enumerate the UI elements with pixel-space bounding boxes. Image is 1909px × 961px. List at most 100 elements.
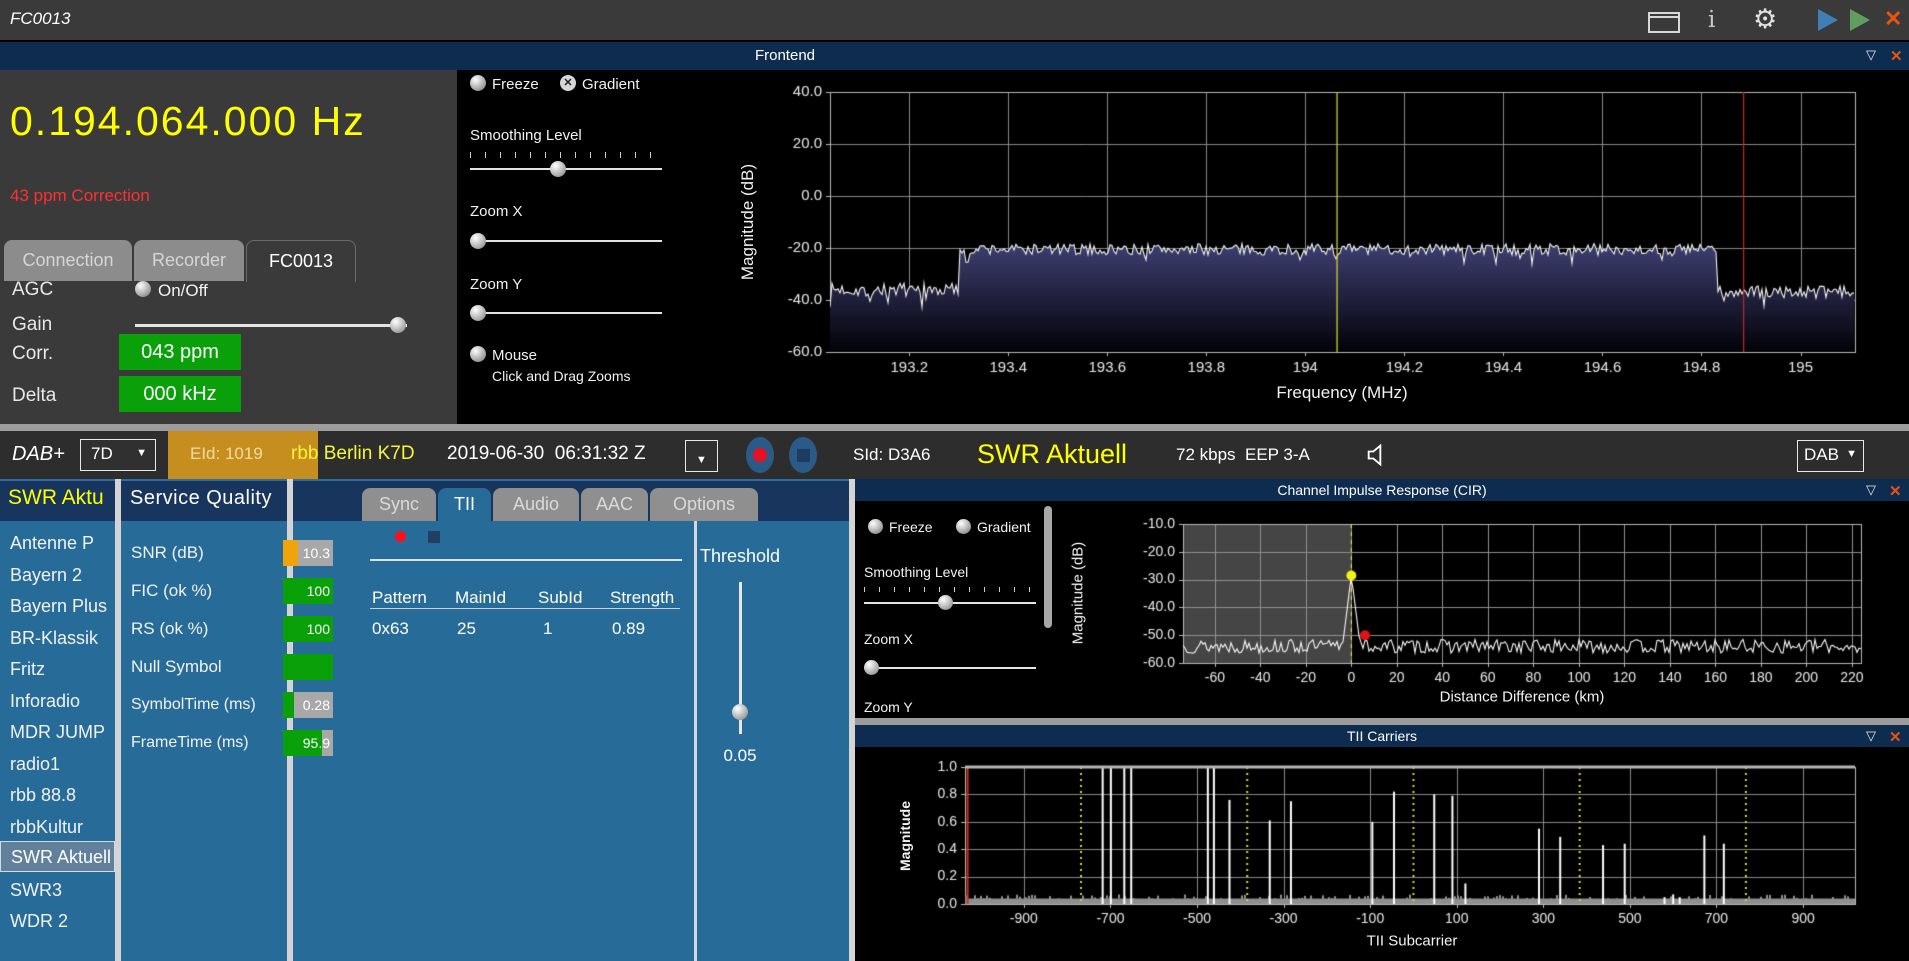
station-item[interactable]: radio1 bbox=[0, 749, 115, 780]
sq-bar-value: 0.28 bbox=[302, 697, 330, 713]
threshold-label: Threshold bbox=[700, 546, 781, 566]
service-name: SWR Aktuell bbox=[977, 439, 1128, 469]
bitrate-protection-label: 72 kbps EEP 3-A bbox=[1176, 445, 1310, 464]
tii-carriers-close-icon[interactable]: ✕ bbox=[1889, 728, 1902, 746]
sidebar-splitter[interactable] bbox=[115, 479, 121, 961]
cir-smoothing-slider-thumb[interactable] bbox=[938, 595, 953, 610]
tab-audio[interactable]: Audio bbox=[493, 488, 579, 521]
cir-scrollbar[interactable] bbox=[1044, 506, 1052, 628]
frontend-close-icon[interactable]: ✕ bbox=[1890, 47, 1903, 65]
cir-smoothing-ticks bbox=[864, 587, 1036, 592]
sq-bar-value: 10.3 bbox=[302, 545, 330, 561]
tii-header-underline bbox=[370, 608, 680, 609]
cir-chart[interactable] bbox=[1055, 501, 1909, 718]
freeze-radio[interactable] bbox=[470, 75, 486, 91]
tab-sync[interactable]: Sync bbox=[362, 488, 436, 521]
record-dot-icon bbox=[753, 448, 767, 462]
tab-fc0013[interactable]: FC0013 bbox=[246, 240, 356, 282]
info-icon[interactable]: i bbox=[1708, 7, 1715, 33]
smoothing-label: Smoothing Level bbox=[470, 127, 582, 144]
tii-tab-panel bbox=[293, 521, 849, 961]
output-mode-select[interactable]: DAB ▼ bbox=[1797, 440, 1864, 472]
cir-zoom-x-slider-thumb[interactable] bbox=[864, 660, 879, 675]
tab-options[interactable]: Options bbox=[650, 488, 758, 521]
station-item[interactable]: WDR 2 bbox=[0, 906, 115, 937]
speaker-icon[interactable] bbox=[1363, 441, 1393, 469]
sq-row-label: SymbolTime (ms) bbox=[131, 696, 256, 713]
horizontal-splitter[interactable] bbox=[0, 424, 1909, 431]
sq-bar-fill bbox=[283, 654, 333, 680]
station-item[interactable]: Inforadio bbox=[0, 686, 115, 717]
station-item[interactable]: rbb 88.8 bbox=[0, 780, 115, 811]
sid-label: SId: D3A6 bbox=[853, 445, 931, 464]
gradient-checkbox[interactable]: ✕ bbox=[560, 75, 576, 91]
ensemble-name: rbb Berlin K7D bbox=[291, 443, 415, 464]
stop-square-icon bbox=[797, 449, 810, 462]
corr-value-box: 043 ppm bbox=[119, 334, 241, 370]
stop-button[interactable] bbox=[789, 437, 817, 473]
tab-tii[interactable]: TII bbox=[438, 488, 491, 521]
delta-label: Delta bbox=[12, 385, 57, 406]
close-icon[interactable]: ✕ bbox=[1884, 8, 1902, 30]
gain-label: Gain bbox=[12, 314, 53, 335]
sq-bar-snr: 10.3 bbox=[283, 540, 333, 566]
gain-slider-track[interactable] bbox=[135, 324, 407, 327]
tab-connection[interactable]: Connection bbox=[4, 240, 132, 281]
cir-zoom-x-slider-track[interactable] bbox=[864, 667, 1036, 669]
freeze-label: Freeze bbox=[492, 76, 539, 93]
tii-carriers-header: TII Carriers ▽ ✕ bbox=[855, 725, 1909, 747]
cir-freeze-radio[interactable] bbox=[868, 519, 883, 534]
cir-tii-splitter[interactable] bbox=[855, 718, 1909, 725]
record-button[interactable] bbox=[746, 437, 774, 473]
cir-close-icon[interactable]: ✕ bbox=[1889, 482, 1902, 500]
tii-separator-line bbox=[370, 559, 682, 561]
tab-aac[interactable]: AAC bbox=[581, 488, 648, 521]
service-quality-title: Service Quality bbox=[130, 487, 272, 509]
station-item[interactable]: rbbKultur bbox=[0, 812, 115, 843]
zoom-x-slider-track[interactable] bbox=[470, 240, 662, 242]
play-iq-icon[interactable] bbox=[1818, 9, 1838, 31]
recorder-dropdown-button[interactable]: ▼ bbox=[685, 440, 718, 472]
sq-bar-value: 100 bbox=[306, 621, 330, 637]
gain-slider-thumb[interactable] bbox=[390, 317, 406, 333]
play-icon[interactable] bbox=[1850, 9, 1870, 31]
sq-bar-frametime: 95.9 bbox=[283, 730, 333, 756]
cir-gradient-radio[interactable] bbox=[956, 519, 971, 534]
frontend-collapse-icon[interactable]: ▽ bbox=[1866, 47, 1876, 63]
threshold-value: 0.05 bbox=[723, 746, 757, 765]
station-item[interactable]: Fritz bbox=[0, 654, 115, 685]
channel-select[interactable]: 7D ▼ bbox=[80, 439, 156, 471]
agc-radio[interactable] bbox=[135, 281, 151, 297]
cir-collapse-icon[interactable]: ▽ bbox=[1866, 482, 1876, 498]
station-item[interactable]: Antenne P bbox=[0, 528, 115, 559]
tii-carriers-collapse-icon[interactable]: ▽ bbox=[1866, 728, 1876, 744]
station-item[interactable]: Bayern Plus bbox=[0, 591, 115, 622]
agc-label: AGC bbox=[12, 279, 54, 300]
zoom-y-slider-thumb[interactable] bbox=[470, 305, 486, 321]
zoom-y-label: Zoom Y bbox=[470, 276, 523, 293]
zoom-x-slider-thumb[interactable] bbox=[470, 233, 486, 249]
window-icon[interactable] bbox=[1648, 12, 1680, 33]
spectrum-chart[interactable] bbox=[665, 70, 1909, 424]
mouse-radio[interactable] bbox=[470, 346, 486, 362]
tii-col-header: SubId bbox=[538, 588, 583, 607]
station-item[interactable]: MDR JUMP bbox=[0, 717, 115, 748]
tii-stop-square-icon[interactable] bbox=[428, 531, 440, 543]
station-item[interactable]: Bayern 2 bbox=[0, 560, 115, 591]
station-item-selected[interactable]: SWR Aktuell bbox=[0, 841, 115, 872]
smoothing-slider-thumb[interactable] bbox=[550, 161, 566, 177]
zoom-y-slider-track[interactable] bbox=[470, 312, 662, 314]
station-item[interactable]: BR-Klassik bbox=[0, 623, 115, 654]
tii-carriers-chart[interactable] bbox=[855, 747, 1909, 961]
gear-icon[interactable]: ⚙ bbox=[1753, 4, 1777, 35]
sq-row-label: Null Symbol bbox=[131, 657, 222, 676]
station-item[interactable]: SWR3 bbox=[0, 875, 115, 906]
tii-record-dot-icon[interactable] bbox=[395, 531, 406, 542]
tii-carriers-x-axis-title: TII Subcarrier bbox=[1366, 932, 1458, 950]
tab-recorder[interactable]: Recorder bbox=[134, 240, 244, 281]
smoothing-slider-track[interactable] bbox=[470, 168, 662, 170]
cir-y-axis-title: Magnitude (dB) bbox=[1069, 541, 1087, 645]
channel-select-arrow-icon: ▼ bbox=[136, 447, 147, 459]
eid-label: EId: 1019 bbox=[190, 444, 263, 463]
threshold-slider-thumb[interactable] bbox=[732, 704, 748, 720]
